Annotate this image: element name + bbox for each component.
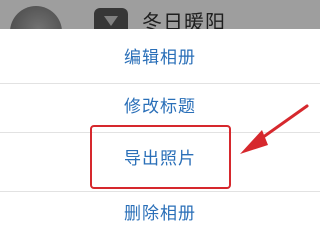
- delete-album-button[interactable]: 删除相册: [0, 189, 320, 239]
- edit-album-button[interactable]: 编辑相册: [0, 33, 320, 83]
- highlight-box: [90, 125, 231, 189]
